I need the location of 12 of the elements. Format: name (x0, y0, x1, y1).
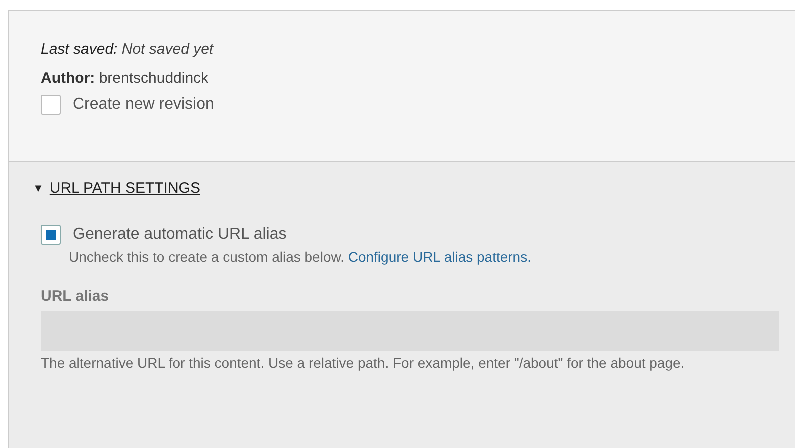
checkbox-label: Generate automatic URL alias (73, 226, 287, 244)
field-label: URL alias (41, 288, 110, 305)
description-text: The alternative URL for this content. Use a relative path. For example, enter "/about" for the about page. (41, 354, 686, 373)
description-text: Uncheck this to create a custom alias below. Configure URL alias patterns. (68, 248, 532, 267)
section-title[interactable]: URL PATH SETTINGS (50, 180, 200, 197)
revision-checkbox[interactable] (41, 95, 61, 115)
configure-link[interactable]: Configure URL alias patterns. (348, 249, 532, 265)
toggle-icon[interactable]: ▼ (33, 182, 44, 194)
last-saved-text: Last saved: Not saved yet (41, 41, 215, 58)
checkbox-label: Create new revision (73, 96, 214, 114)
alias-checkbox[interactable] (41, 225, 61, 245)
author-text: Author: brentschuddinck (41, 70, 210, 87)
